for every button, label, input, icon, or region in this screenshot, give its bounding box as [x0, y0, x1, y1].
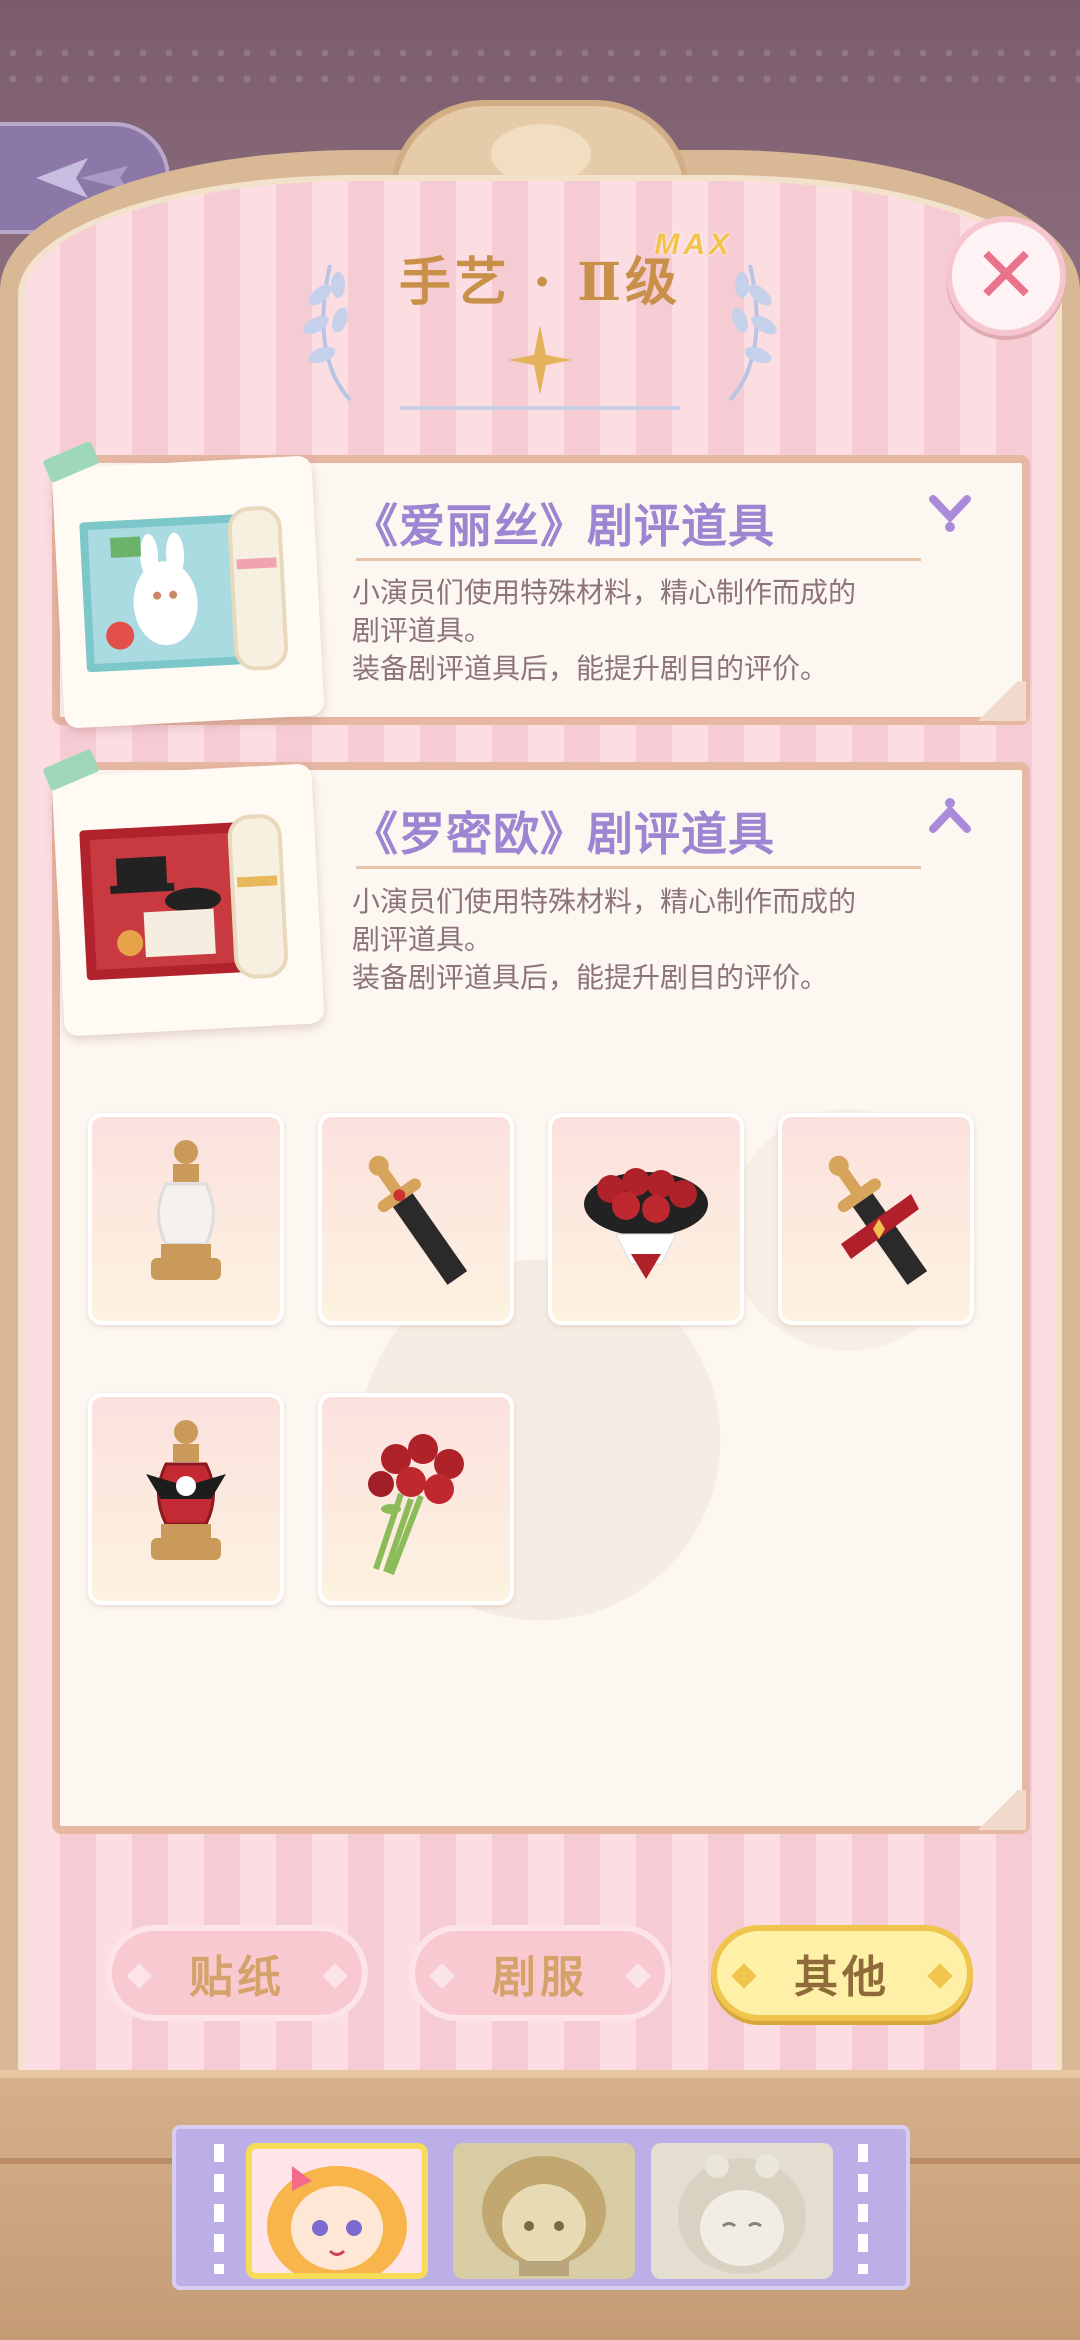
character-avatar-1[interactable] — [246, 2143, 428, 2279]
tab-diamond-decoration — [731, 1963, 757, 1989]
potion-bottle-icon — [151, 1140, 221, 1280]
close-button[interactable]: ✕ — [946, 216, 1066, 336]
tab-diamond-decoration — [126, 1963, 152, 1989]
alice-picture-icon — [79, 506, 289, 673]
item-slot-sword[interactable] — [318, 1113, 514, 1325]
item-slot-skull-potion[interactable] — [88, 1393, 284, 1605]
skull-potion-icon — [146, 1420, 226, 1560]
desc-line: 小演员们使用特殊材料，精心制作而成的 — [352, 885, 857, 918]
card-divider — [356, 558, 921, 561]
desc-line: 剧评道具。 — [352, 614, 493, 647]
item-slot-rose-bouquet[interactable] — [548, 1113, 744, 1325]
card-title-alice: 《爱丽丝》剧评道具 — [352, 499, 775, 553]
romeo-picture-icon — [79, 814, 289, 981]
film-perforation — [858, 2144, 868, 2274]
tab-label: 其他 — [794, 1952, 890, 2003]
character-avatar-2[interactable] — [453, 2143, 635, 2279]
card-desc-alice: 小演员们使用特殊材料，精心制作而成的 剧评道具。 装备剧评道具后，能提升剧目的评… — [352, 574, 952, 688]
alice-thumbnail — [42, 440, 325, 729]
sword-ribbon-icon — [828, 1155, 928, 1285]
tab-diamond-decoration — [322, 1963, 348, 1989]
character-selector — [172, 2125, 910, 2290]
tab-others[interactable]: 其他 — [711, 1925, 973, 2021]
page-title-text: 手艺 · Ⅱ级 — [398, 252, 682, 313]
collapse-chevron-icon[interactable] — [925, 795, 975, 845]
tab-diamond-decoration — [429, 1963, 455, 1989]
sword-icon — [368, 1155, 468, 1285]
desc-line: 剧评道具。 — [352, 923, 493, 956]
character-avatar-3[interactable] — [651, 2143, 833, 2279]
page-title: 手艺 · Ⅱ级 MAX — [398, 228, 729, 315]
expand-chevron-icon[interactable] — [925, 485, 975, 535]
avatar-girl-blonde-icon — [267, 2166, 407, 2273]
rose-bouquet-icon — [584, 1168, 708, 1279]
card-desc-romeo: 小演员们使用特殊材料，精心制作而成的 剧评道具。 装备剧评道具后，能提升剧目的评… — [352, 883, 952, 997]
tab-costumes[interactable]: 剧服 — [409, 1925, 671, 2021]
tab-stickers[interactable]: 贴纸 — [106, 1925, 368, 2021]
card-title-romeo: 《罗密欧》剧评道具 — [352, 807, 775, 861]
item-slot-potion[interactable] — [88, 1113, 284, 1325]
desc-line: 装备剧评道具后，能提升剧目的评价。 — [352, 961, 829, 994]
romeo-thumbnail — [42, 748, 325, 1037]
tab-diamond-decoration — [625, 1963, 651, 1989]
item-slot-rose-bunch[interactable] — [318, 1393, 514, 1605]
tab-label: 剧服 — [492, 1952, 588, 2003]
desc-line: 装备剧评道具后，能提升剧目的评价。 — [352, 652, 829, 685]
film-perforation — [214, 2144, 224, 2274]
max-badge: MAX — [654, 228, 734, 261]
avatar-boy-icon — [482, 2156, 606, 2276]
item-slot-sword-ribbon[interactable] — [778, 1113, 974, 1325]
card-divider — [356, 866, 921, 869]
title-divider — [400, 406, 680, 410]
avatar-girl-light-icon — [678, 2154, 806, 2274]
sparkle-icon — [508, 325, 572, 395]
close-icon: ✕ — [973, 231, 1039, 321]
desc-line: 小演员们使用特殊材料，精心制作而成的 — [352, 576, 857, 609]
header: 手艺 · Ⅱ级 MAX — [0, 228, 1080, 315]
tab-diamond-decoration — [927, 1963, 953, 1989]
rose-bunch-icon — [368, 1434, 464, 1576]
tab-label: 贴纸 — [189, 1952, 285, 2003]
